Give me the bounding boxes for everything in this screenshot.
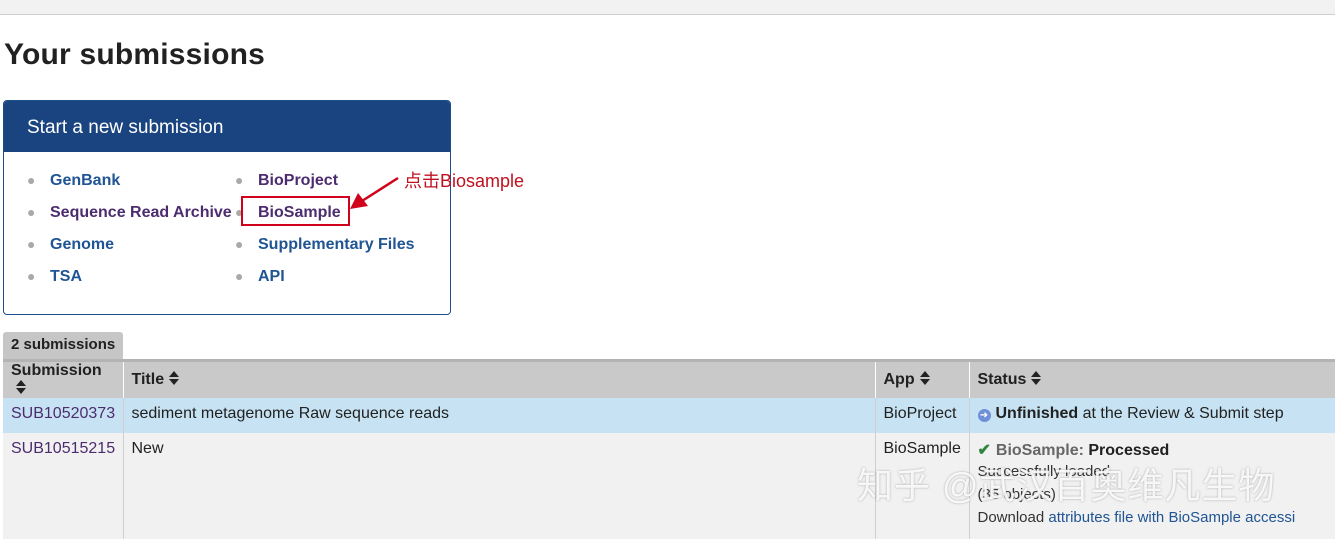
bullet-icon: ● [235,236,244,252]
api-link[interactable]: API [258,268,285,285]
status-bold: Unfinished [995,405,1079,422]
submission-title: sediment metagenome Raw sequence reads [123,398,876,433]
status-download: Download attributes file with BioSample … [978,506,1335,529]
sort-icon [169,371,180,385]
submissions-table: Submission Title App Status SUB10520373 … [3,359,1335,539]
link-item-genbank: ● GenBank [27,172,120,190]
link-item-tsa: ● TSA [27,268,82,286]
column-header-app[interactable]: App [875,359,970,398]
submission-id-link[interactable]: SUB10520373 [11,405,115,422]
link-item-bioproject: ● BioProject [235,172,338,190]
column-label: Status [977,371,1027,388]
submissions-count-tab[interactable]: 2 submissions [3,332,123,359]
new-submission-header: Start a new submission [4,101,450,152]
submission-status: ➜ Unfinished at the Review & Submit step [969,398,1335,433]
status-rest: at the Review & Submit step [1078,405,1284,422]
bullet-icon: ● [235,172,244,188]
annotation-text: 点击Biosample [404,171,525,191]
genome-link[interactable]: Genome [50,236,114,253]
bullet-icon: ● [235,268,244,284]
attributes-file-link[interactable]: attributes file with BioSample accessi [1048,509,1295,526]
column-header-status[interactable]: Status [969,359,1335,398]
link-item-genome: ● Genome [27,236,114,254]
submission-app: BioProject [875,398,970,433]
table-row[interactable]: SUB10520373 sediment metagenome Raw sequ… [3,398,1335,433]
column-label: App [883,371,915,388]
arrow-right-circle-icon: ➜ [977,409,991,422]
link-item-sra: ● Sequence Read Archive [27,204,232,222]
watermark: 知乎 @武汉百奥维凡生物 [857,465,1276,506]
genbank-link[interactable]: GenBank [50,172,120,189]
column-label: Submission [11,362,102,379]
sort-icon [919,371,930,385]
link-item-supplementary: ● Supplementary Files [235,236,415,254]
biosample-highlight-box [241,196,350,226]
bullet-icon: ● [27,236,36,252]
annotation-arrow-icon [350,176,399,209]
submission-title: New [123,433,876,539]
tsa-link[interactable]: TSA [50,268,82,285]
top-bar [0,0,1335,15]
bullet-icon: ● [27,268,36,284]
bullet-icon: ● [27,172,36,188]
link-item-api: ● API [235,268,285,286]
sort-icon [1031,371,1042,385]
column-header-title[interactable]: Title [123,359,876,398]
sort-icon [16,380,26,394]
column-label: Title [131,371,165,388]
submission-id-link[interactable]: SUB10515215 [11,440,115,457]
page-title: Your submissions [4,38,266,71]
bioproject-link[interactable]: BioProject [258,172,338,189]
column-header-submission[interactable]: Submission [3,359,124,398]
download-prefix: Download [977,509,1049,526]
bullet-icon: ● [27,204,36,220]
sra-link[interactable]: Sequence Read Archive [50,204,232,221]
supplementary-files-link[interactable]: Supplementary Files [258,236,415,253]
table-header-row: Submission Title App Status [3,359,1335,398]
